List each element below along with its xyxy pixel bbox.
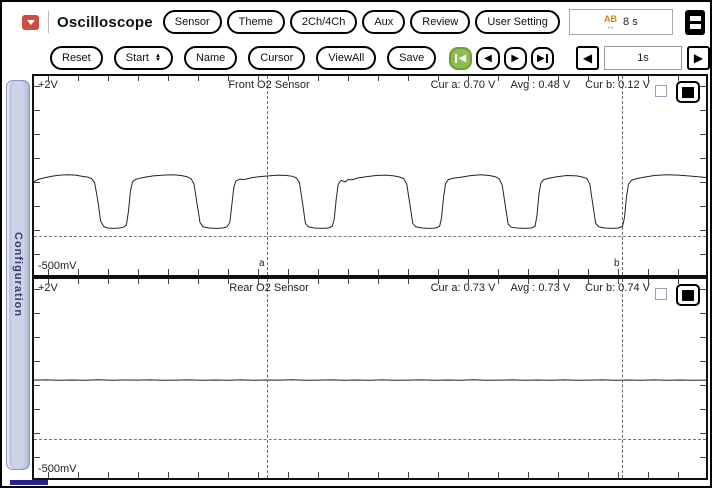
configuration-tab[interactable]: Configuration bbox=[6, 80, 30, 470]
skip-end-icon: ▶ bbox=[537, 53, 548, 64]
channel-visibility-checkbox[interactable] bbox=[655, 288, 667, 300]
channel-visibility-checkbox[interactable] bbox=[655, 85, 667, 97]
skip-to-end-button[interactable]: ▶ bbox=[531, 47, 554, 70]
cursor-a-value: Cur a: 0.73 V bbox=[431, 282, 496, 294]
channel-color-swatch[interactable] bbox=[676, 81, 700, 103]
left-arrow-icon: ◀ bbox=[583, 51, 592, 65]
sensor-button[interactable]: Sensor bbox=[163, 10, 222, 34]
timebase-increase-button[interactable]: ▶ bbox=[687, 46, 710, 70]
waveform-plot bbox=[34, 279, 706, 478]
step-back-button[interactable]: ◀ bbox=[476, 47, 499, 70]
cursor-b-line[interactable] bbox=[622, 279, 623, 478]
chevron-down-icon bbox=[27, 20, 35, 25]
aux-button[interactable]: Aux bbox=[362, 10, 405, 34]
divider bbox=[48, 11, 49, 33]
waveform-trace bbox=[34, 380, 706, 381]
viewall-button[interactable]: ViewAll bbox=[316, 46, 376, 70]
cursor-a-line[interactable] bbox=[267, 76, 268, 275]
user-setting-button[interactable]: User Setting bbox=[475, 10, 560, 34]
cursor-b-line[interactable] bbox=[622, 76, 623, 275]
spinner-icon[interactable]: ▲▼ bbox=[155, 54, 161, 62]
channel-color-swatch[interactable] bbox=[676, 284, 700, 306]
list-panel-icon[interactable] bbox=[685, 10, 705, 35]
timebase-value: 1s bbox=[604, 46, 682, 70]
toolbar: Reset Start ▲▼ Name Cursor ViewAll Save … bbox=[2, 42, 710, 74]
timebase-decrease-button[interactable]: ◀ bbox=[576, 46, 599, 70]
skip-to-start-button[interactable]: ◀ bbox=[449, 47, 472, 70]
configuration-tab-label: Configuration bbox=[12, 232, 24, 317]
title-bar: Oscilloscope Sensor Theme 2Ch/4Ch Aux Re… bbox=[2, 2, 710, 42]
cursor-a-letter: a bbox=[259, 258, 265, 269]
review-button[interactable]: Review bbox=[410, 10, 470, 34]
cursor-b-value: Cur b: 0.74 V bbox=[585, 282, 650, 294]
measurements: Cur a: 0.70 V Avg : 0.48 V Cur b: 0.12 V bbox=[431, 79, 650, 91]
save-button[interactable]: Save bbox=[387, 46, 436, 70]
channel-title: Front O2 Sensor bbox=[169, 79, 369, 91]
avg-value: Avg : 0.48 V bbox=[510, 79, 570, 91]
forward-icon: ▶ bbox=[511, 53, 519, 64]
cursor-b-letter: b bbox=[614, 258, 620, 269]
cursor-b-value: Cur b: 0.12 V bbox=[585, 79, 650, 91]
menu-dropdown-icon[interactable] bbox=[22, 15, 39, 30]
skip-start-icon: ◀ bbox=[455, 53, 466, 64]
back-icon: ◀ bbox=[484, 53, 492, 64]
waveform-plot bbox=[34, 76, 706, 275]
range-top-label: +2V bbox=[38, 79, 58, 91]
cursor-a-value: Cur a: 0.70 V bbox=[431, 79, 496, 91]
cursor-button[interactable]: Cursor bbox=[248, 46, 305, 70]
theme-button[interactable]: Theme bbox=[227, 10, 285, 34]
timebase-control: ◀ 1s ▶ bbox=[576, 46, 710, 70]
channel-title: Rear O2 Sensor bbox=[169, 282, 369, 294]
waveform-trace bbox=[34, 175, 706, 229]
page-title: Oscilloscope bbox=[57, 14, 153, 31]
range-bottom-label: -500mV bbox=[38, 260, 77, 272]
name-button[interactable]: Name bbox=[184, 46, 237, 70]
record-time-display: AB ↔ 8 s bbox=[569, 9, 673, 35]
measurements: Cur a: 0.73 V Avg : 0.73 V Cur b: 0.74 V bbox=[431, 282, 650, 294]
channel-panel-front-o2: +2V Front O2 Sensor Cur a: 0.70 V Avg : … bbox=[32, 74, 708, 277]
right-arrow-icon: ▶ bbox=[694, 51, 703, 65]
avg-value: Avg : 0.73 V bbox=[510, 282, 570, 294]
play-forward-button[interactable]: ▶ bbox=[504, 47, 527, 70]
start-button[interactable]: Start ▲▼ bbox=[114, 46, 173, 70]
reset-button[interactable]: Reset bbox=[50, 46, 103, 70]
cursor-a-line[interactable] bbox=[267, 279, 268, 478]
scrollbar-thumb[interactable] bbox=[10, 480, 48, 485]
channel-area: +2V Front O2 Sensor Cur a: 0.70 V Avg : … bbox=[32, 74, 708, 480]
channel-mode-button[interactable]: 2Ch/4Ch bbox=[290, 10, 357, 34]
ab-cursor-time-icon: AB ↔ bbox=[604, 16, 617, 29]
oscilloscope-window: Oscilloscope Sensor Theme 2Ch/4Ch Aux Re… bbox=[0, 0, 712, 488]
record-time-value: 8 s bbox=[623, 16, 638, 28]
range-bottom-label: -500mV bbox=[38, 463, 77, 475]
channel-panel-rear-o2: +2V Rear O2 Sensor Cur a: 0.73 V Avg : 0… bbox=[32, 277, 708, 480]
range-top-label: +2V bbox=[38, 282, 58, 294]
